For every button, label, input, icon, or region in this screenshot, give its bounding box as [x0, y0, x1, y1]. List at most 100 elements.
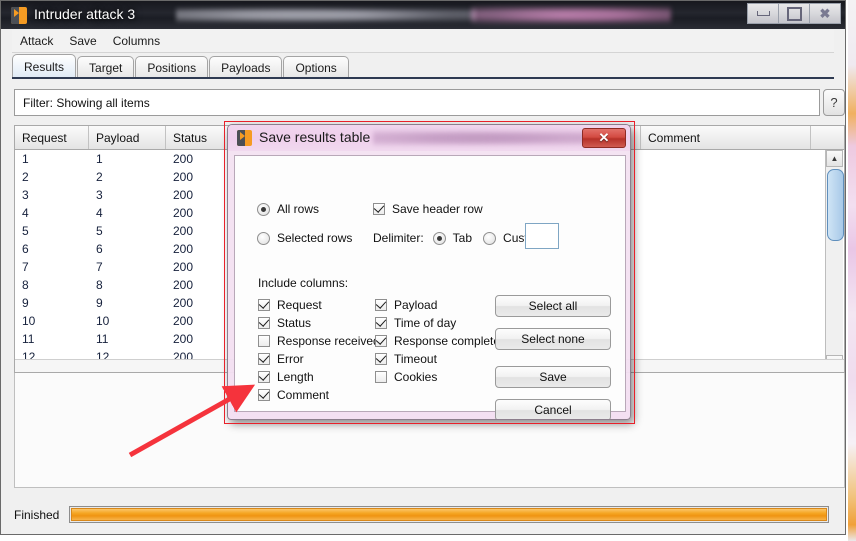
dialog-close-button[interactable]: ✕	[582, 128, 626, 148]
restore-icon	[786, 6, 802, 21]
status-label: Finished	[14, 507, 60, 522]
menu-item-columns[interactable]: Columns	[105, 33, 168, 49]
checkbox-comment[interactable]: Comment	[258, 388, 329, 402]
table-cell-comment	[641, 204, 811, 222]
tab-results[interactable]: Results	[12, 54, 77, 78]
checkbox-save-header-row-label: Save header row	[392, 202, 483, 216]
close-icon: ✖	[819, 6, 831, 21]
radio-selected-rows[interactable]: Selected rows	[257, 231, 352, 245]
table-cell-comment	[641, 258, 811, 276]
radio-all-rows-label: All rows	[277, 202, 320, 216]
close-button[interactable]: ✖	[809, 3, 841, 24]
checkbox-response-completed[interactable]: Response completed	[375, 334, 507, 348]
minimize-button[interactable]	[747, 3, 779, 24]
table-cell-request: 8	[22, 278, 29, 292]
table-cell-payload: 7	[96, 260, 103, 274]
table-cell-comment	[641, 150, 811, 168]
checkbox-comment-icon	[258, 389, 270, 401]
scrollbar-thumb[interactable]	[827, 169, 844, 241]
checkbox-request-icon	[258, 299, 270, 311]
select-none-button[interactable]: Select none	[495, 328, 611, 350]
checkbox-length-label: Length	[277, 370, 314, 384]
checkbox-cookies-label: Cookies	[394, 370, 438, 384]
progress-fill	[71, 508, 828, 521]
column-header-request[interactable]: Request	[15, 126, 89, 149]
checkbox-save-header-row-icon	[373, 203, 385, 215]
select-all-button[interactable]: Select all	[495, 295, 611, 317]
dialog-titlebar-blur	[373, 128, 588, 148]
radio-delimiter-tab-label[interactable]: Tab	[453, 231, 472, 245]
checkbox-error[interactable]: Error	[258, 352, 304, 366]
table-cell-request: 1	[22, 152, 29, 166]
checkbox-status[interactable]: Status	[258, 316, 311, 330]
checkbox-timeout[interactable]: Timeout	[375, 352, 437, 366]
checkbox-response-completed-icon	[375, 335, 387, 347]
checkbox-payload-icon	[375, 299, 387, 311]
progress-bar	[69, 506, 830, 523]
checkbox-timeout-icon	[375, 353, 387, 365]
table-cell-payload: 1	[96, 152, 103, 166]
scroll-up-icon[interactable]: ▲	[826, 150, 843, 167]
menu-item-attack[interactable]: Attack	[12, 33, 61, 49]
titlebar-blur-left	[176, 5, 476, 25]
tab-options[interactable]: Options	[283, 56, 349, 78]
table-cell-payload: 11	[96, 332, 109, 346]
cancel-button[interactable]: Cancel	[495, 399, 611, 419]
titlebar-blur-right	[471, 3, 671, 27]
desktop-wallpaper-strip	[848, 0, 856, 541]
checkbox-cookies-icon	[375, 371, 387, 383]
delimiter-label: Delimiter:	[373, 231, 424, 245]
table-cell-payload: 8	[96, 278, 103, 292]
checkbox-response-received[interactable]: Response received	[258, 334, 380, 348]
checkbox-error-icon	[258, 353, 270, 365]
window-title: Intruder attack 3	[34, 6, 136, 22]
radio-delimiter-tab-icon[interactable]	[432, 231, 446, 245]
checkbox-cookies[interactable]: Cookies	[375, 370, 437, 384]
table-cell-comment	[641, 330, 811, 348]
filter-bar[interactable]: Filter: Showing all items	[14, 89, 820, 116]
window-titlebar: Intruder attack 3 ✖	[1, 1, 845, 29]
checkbox-time-of-day[interactable]: Time of day	[375, 316, 456, 330]
screen-root: Intruder attack 3 ✖ Attack Save Columns …	[0, 0, 856, 541]
checkbox-payload[interactable]: Payload	[375, 298, 437, 312]
table-cell-request: 3	[22, 188, 29, 202]
table-cell-comment	[641, 294, 811, 312]
checkbox-status-label: Status	[277, 316, 312, 330]
table-cell-payload: 5	[96, 224, 103, 238]
maximize-button[interactable]	[778, 3, 810, 24]
column-header-comment[interactable]: Comment	[641, 126, 811, 149]
table-cell-request: 11	[22, 332, 35, 346]
tabstrip: Results Target Positions Payloads Option…	[12, 53, 834, 78]
table-cell-payload: 2	[96, 170, 103, 184]
column-header-payload[interactable]: Payload	[89, 126, 166, 149]
save-button[interactable]: Save	[495, 366, 611, 388]
radio-all-rows[interactable]: All rows	[257, 202, 319, 216]
window-controls: ✖	[747, 3, 841, 24]
table-vertical-scrollbar[interactable]: ▲ ▼	[825, 150, 844, 372]
checkbox-length[interactable]: Length	[258, 370, 314, 384]
table-cell-payload: 10	[96, 314, 110, 328]
help-button[interactable]: ?	[823, 89, 845, 116]
tab-target[interactable]: Target	[77, 56, 135, 78]
table-cell-comment	[641, 222, 811, 240]
tab-payloads[interactable]: Payloads	[209, 56, 283, 78]
checkbox-save-header-row[interactable]: Save header row	[373, 202, 483, 216]
table-cell-payload: 3	[96, 188, 103, 202]
checkbox-payload-label: Payload	[394, 298, 438, 312]
delimiter-custom-input[interactable]	[525, 223, 559, 249]
dialog-titlebar: Save results table ✕	[228, 125, 630, 151]
checkbox-request[interactable]: Request	[258, 298, 322, 312]
save-results-table-dialog: Save results table ✕ All rows Selected r…	[227, 124, 631, 420]
radio-selected-rows-label: Selected rows	[277, 231, 353, 245]
table-cell-request: 2	[22, 170, 29, 184]
checkbox-time-of-day-icon	[375, 317, 387, 329]
include-columns-label: Include columns:	[258, 276, 349, 290]
table-cell-request: 7	[22, 260, 29, 274]
tab-positions[interactable]: Positions	[135, 56, 209, 78]
radio-delimiter-custom-icon[interactable]	[483, 231, 497, 245]
table-cell-comment	[641, 186, 811, 204]
menu-item-save[interactable]: Save	[61, 33, 104, 49]
burp-icon	[11, 7, 27, 24]
burp-icon	[237, 130, 252, 146]
checkbox-request-label: Request	[277, 298, 322, 312]
